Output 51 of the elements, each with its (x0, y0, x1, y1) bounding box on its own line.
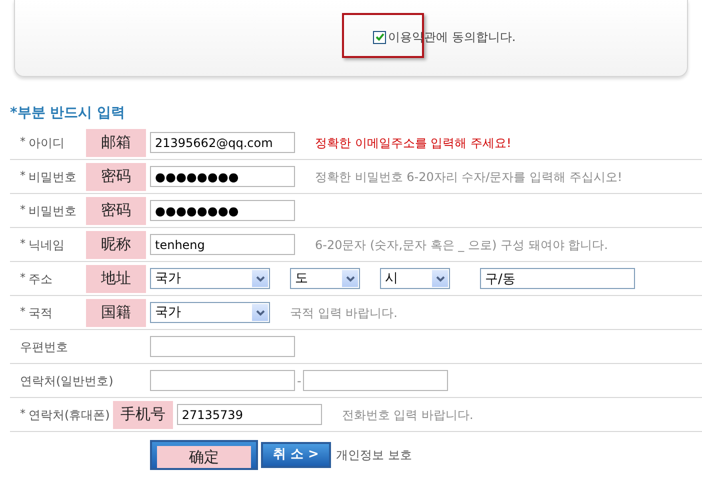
required-mark: * (20, 304, 26, 320)
required-mark: * (20, 202, 26, 218)
hint-text: 정확한 이메일주소를 입력해 주세요! (315, 134, 512, 152)
required-mark: * (20, 236, 26, 252)
field-label: 닉네임 (28, 236, 64, 254)
field-label: 아이디 (28, 134, 64, 152)
annotation-label: 国籍 (86, 298, 146, 326)
text-field[interactable]: ●●●●●●●● (150, 166, 295, 187)
section-title: *부분 반드시 입력 (10, 104, 126, 123)
dropdown[interactable]: 국가 (150, 302, 270, 323)
required-mark: * (20, 168, 26, 184)
text-field[interactable]: ●●●●●●●● (150, 200, 295, 221)
required-mark: * (20, 406, 26, 422)
cancel-button[interactable]: 취 소 > (261, 442, 331, 468)
annotation-label: 昵称 (86, 230, 146, 258)
field-label: 비밀번호 (28, 202, 76, 220)
checkbox[interactable] (373, 30, 386, 44)
annotation-label: 密码 (86, 196, 146, 224)
hint-text: 국적 입력 바랍니다. (290, 304, 398, 322)
hint-text: 전화번호 입력 바랍니다. (342, 406, 474, 424)
required-mark: * (20, 134, 26, 150)
annotation-label: 密码 (86, 162, 146, 190)
text-field[interactable] (303, 370, 448, 391)
text-field[interactable] (150, 336, 295, 357)
dash: - (297, 372, 302, 390)
chevron-icon (342, 270, 358, 287)
field-label: 연락처(일반번호) (20, 372, 114, 390)
chevron-icon (432, 270, 448, 287)
field-label: 우편번호 (20, 338, 68, 356)
dropdown[interactable]: 국가 (150, 268, 270, 289)
annotation-label: 地址 (86, 264, 146, 292)
hint-text: 정확한 비밀번호 6-20자리 수자/문자를 입력해 주십시오! (315, 168, 622, 186)
dropdown[interactable]: 시 (380, 268, 450, 289)
annotation-label: 手机号 (112, 400, 173, 428)
text-field[interactable]: 구/동 (480, 268, 635, 289)
annotation-label: 邮箱 (86, 128, 146, 156)
chevron-icon (252, 270, 268, 287)
chevron-icon (252, 304, 268, 321)
field-label: 국적 (28, 304, 52, 322)
dropdown[interactable]: 도 (290, 268, 360, 289)
text-field[interactable]: tenheng (150, 234, 295, 255)
text-field[interactable]: 27135739 (176, 404, 322, 425)
field-label: 비밀번호 (28, 168, 76, 186)
confirm-button[interactable]: 确定 (150, 440, 258, 470)
field-label: 주소 (28, 270, 52, 288)
privacy-text: 개인정보 보호 (336, 447, 412, 464)
text-field[interactable]: 21395662@qq.com (150, 132, 295, 153)
required-mark: * (20, 270, 26, 286)
hint-text: 6-20문자 (숫자,문자 혹은 _ 으로) 구성 돼여야 합니다. (315, 236, 608, 254)
field-label: 연락처(휴대폰) (28, 406, 110, 424)
text-field[interactable] (150, 370, 295, 391)
